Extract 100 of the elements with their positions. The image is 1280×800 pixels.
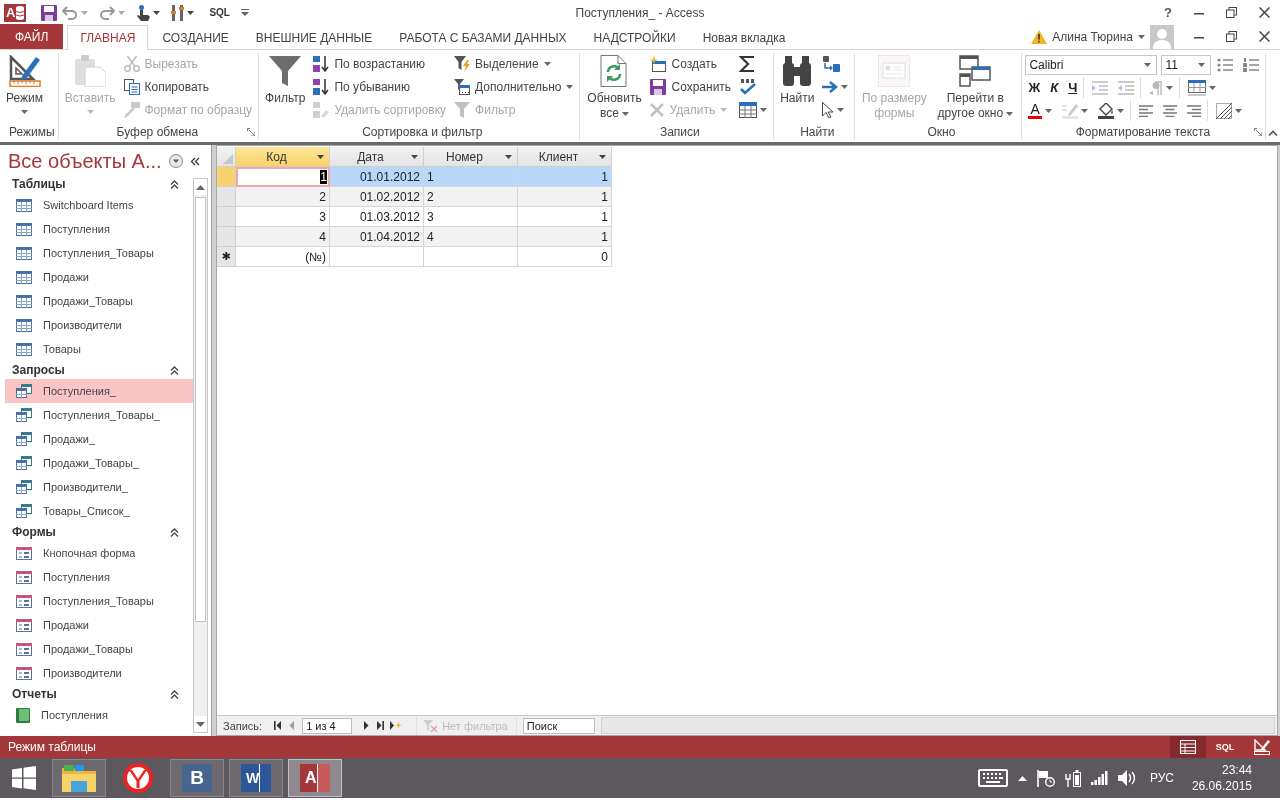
help-button[interactable]: ? — [1164, 5, 1172, 20]
sql-view-button[interactable]: SQL — [1207, 736, 1243, 758]
nav-item[interactable]: Поступления — [5, 703, 193, 727]
restore-icon[interactable] — [1226, 7, 1237, 18]
nav-item[interactable]: Поступления — [5, 565, 193, 589]
arrow-right-icon[interactable] — [822, 81, 839, 93]
grid-icon[interactable] — [1188, 79, 1207, 96]
switch-windows-button[interactable]: Перейти в другое окно — [932, 53, 1019, 123]
signal-icon[interactable] — [1090, 771, 1108, 785]
dropdown-arrow-icon[interactable] — [317, 154, 324, 159]
group-header[interactable]: Отчеты — [5, 685, 193, 703]
clock-time[interactable]: 23:44 — [1221, 762, 1252, 778]
user-name[interactable]: Алина Тюрина — [1052, 29, 1133, 44]
align-right-icon[interactable] — [1186, 104, 1201, 117]
nav-item[interactable]: Поступления_Товары — [5, 241, 193, 265]
taskbar-button[interactable]: W — [229, 759, 283, 797]
sql-button[interactable]: SQL — [209, 7, 230, 18]
caret-icon[interactable] — [760, 108, 768, 112]
horizontal-scrollbar[interactable] — [600, 717, 1275, 734]
redo-icon[interactable] — [99, 5, 116, 20]
column-header[interactable]: Клиент — [518, 147, 612, 167]
find-button[interactable]: Найти — [777, 53, 818, 108]
search-field[interactable]: Поиск — [522, 717, 595, 734]
sort-descending-button[interactable]: По убыванию — [310, 76, 450, 98]
flag-clock-icon[interactable] — [1036, 769, 1055, 787]
bullet-list-icon[interactable] — [1217, 57, 1234, 72]
sliders-icon[interactable] — [171, 4, 185, 21]
clock-date[interactable]: 26.06.2015 — [1191, 778, 1252, 794]
group-header[interactable]: Формы — [5, 523, 193, 541]
dropdown-arrow-icon[interactable] — [411, 154, 418, 159]
nav-item[interactable]: Продажи_ — [5, 427, 193, 451]
hand-pointer-icon[interactable] — [136, 4, 151, 21]
skip-end-icon[interactable] — [377, 721, 385, 730]
nav-item[interactable]: Поступления_Товары — [5, 589, 193, 613]
corner-arrow-icon[interactable] — [247, 127, 256, 136]
numbered-list-icon[interactable] — [1243, 57, 1260, 72]
caret-icon[interactable] — [837, 108, 845, 112]
caret-icon[interactable] — [153, 10, 161, 15]
italic-button[interactable]: К — [1047, 77, 1062, 98]
taskbar-button[interactable]: В — [170, 759, 224, 797]
triangle-sparkle-icon[interactable] — [390, 721, 403, 730]
nav-item[interactable]: Поступления_ — [5, 379, 193, 403]
font-size-field[interactable]: 11 — [1161, 54, 1212, 75]
nav-item[interactable]: Поступления — [5, 217, 193, 241]
line-caret-icon[interactable] — [240, 9, 249, 16]
scrollbar[interactable] — [193, 178, 208, 733]
new-record-button[interactable]: Создать — [647, 53, 735, 75]
scrollbar-thumb[interactable] — [195, 197, 206, 622]
pane-title[interactable]: Все объекты A... — [8, 149, 162, 173]
nav-item[interactable]: Товары_Список_ — [5, 499, 193, 523]
chevron-up-icon[interactable] — [1268, 130, 1278, 136]
bold-button[interactable]: Ж — [1025, 77, 1044, 98]
corner-arrow-icon[interactable] — [1254, 127, 1263, 136]
close-icon[interactable] — [1259, 31, 1270, 42]
ribbon-tab[interactable]: НАДСТРОЙКИ — [580, 25, 689, 49]
column-header[interactable]: Код — [236, 147, 330, 167]
caret-icon[interactable] — [1138, 34, 1145, 39]
column-header[interactable]: Дата — [330, 147, 424, 167]
hatched-square-icon[interactable] — [1215, 102, 1232, 119]
language-indicator[interactable]: РУС — [1149, 771, 1174, 785]
table-icon[interactable] — [739, 102, 758, 118]
copy-button[interactable]: Копировать — [120, 76, 256, 98]
caret-icon[interactable] — [1234, 108, 1242, 113]
nav-item[interactable]: Кнопочная форма — [5, 541, 193, 565]
nav-item[interactable]: Производители — [5, 661, 193, 685]
ribbon-tab[interactable]: СОЗДАНИЕ — [149, 25, 242, 49]
dropdown-arrow-icon[interactable] — [505, 154, 512, 159]
plug-battery-icon[interactable] — [1064, 769, 1081, 787]
font-name-field[interactable]: Calibri — [1025, 54, 1158, 75]
nav-item[interactable]: Товары — [5, 337, 193, 361]
taskbar-button[interactable] — [52, 759, 106, 797]
ribbon-tab[interactable]: Новая вкладка — [689, 25, 799, 49]
view-mode-button[interactable]: Режим — [3, 53, 46, 116]
volume-icon[interactable] — [1117, 770, 1136, 786]
dropdown-circle-icon[interactable] — [168, 154, 183, 168]
ribbon-tab[interactable]: ВНЕШНИЕ ДАННЫЕ — [242, 25, 386, 49]
nav-item[interactable]: Производители — [5, 313, 193, 337]
restore-icon[interactable] — [1226, 31, 1237, 42]
align-left-icon[interactable] — [1138, 104, 1153, 117]
new-record-selector[interactable]: ✱ — [217, 247, 236, 267]
nav-item[interactable]: Продажи — [5, 265, 193, 289]
nav-item[interactable]: Продажи — [5, 613, 193, 637]
squares-arrow-icon[interactable] — [822, 56, 841, 72]
app-logo[interactable]: A — [4, 3, 27, 22]
nav-item[interactable]: Switchboard Items — [5, 193, 193, 217]
sort-ascending-button[interactable]: По возрастанию — [310, 53, 450, 75]
caret-icon[interactable] — [1116, 108, 1124, 113]
advanced-filter-button[interactable]: Дополнительно — [451, 76, 577, 98]
caret-icon[interactable] — [1209, 85, 1217, 90]
filter-button[interactable]: Фильтр — [262, 53, 309, 108]
underline-button[interactable]: Ч — [1065, 77, 1081, 98]
nav-item[interactable]: Производители_ — [5, 475, 193, 499]
caret-icon[interactable] — [187, 10, 195, 15]
nav-item[interactable]: Продажи_Товары — [5, 637, 193, 661]
cursor-icon[interactable] — [822, 102, 835, 118]
ribbon-tab[interactable]: РАБОТА С БАЗАМИ ДАННЫХ — [386, 25, 580, 49]
refresh-all-button[interactable]: Обновить все — [583, 53, 646, 123]
checkmark-icon[interactable] — [739, 79, 758, 95]
scroll-down-icon[interactable] — [196, 721, 205, 727]
save-icon[interactable] — [41, 4, 58, 21]
